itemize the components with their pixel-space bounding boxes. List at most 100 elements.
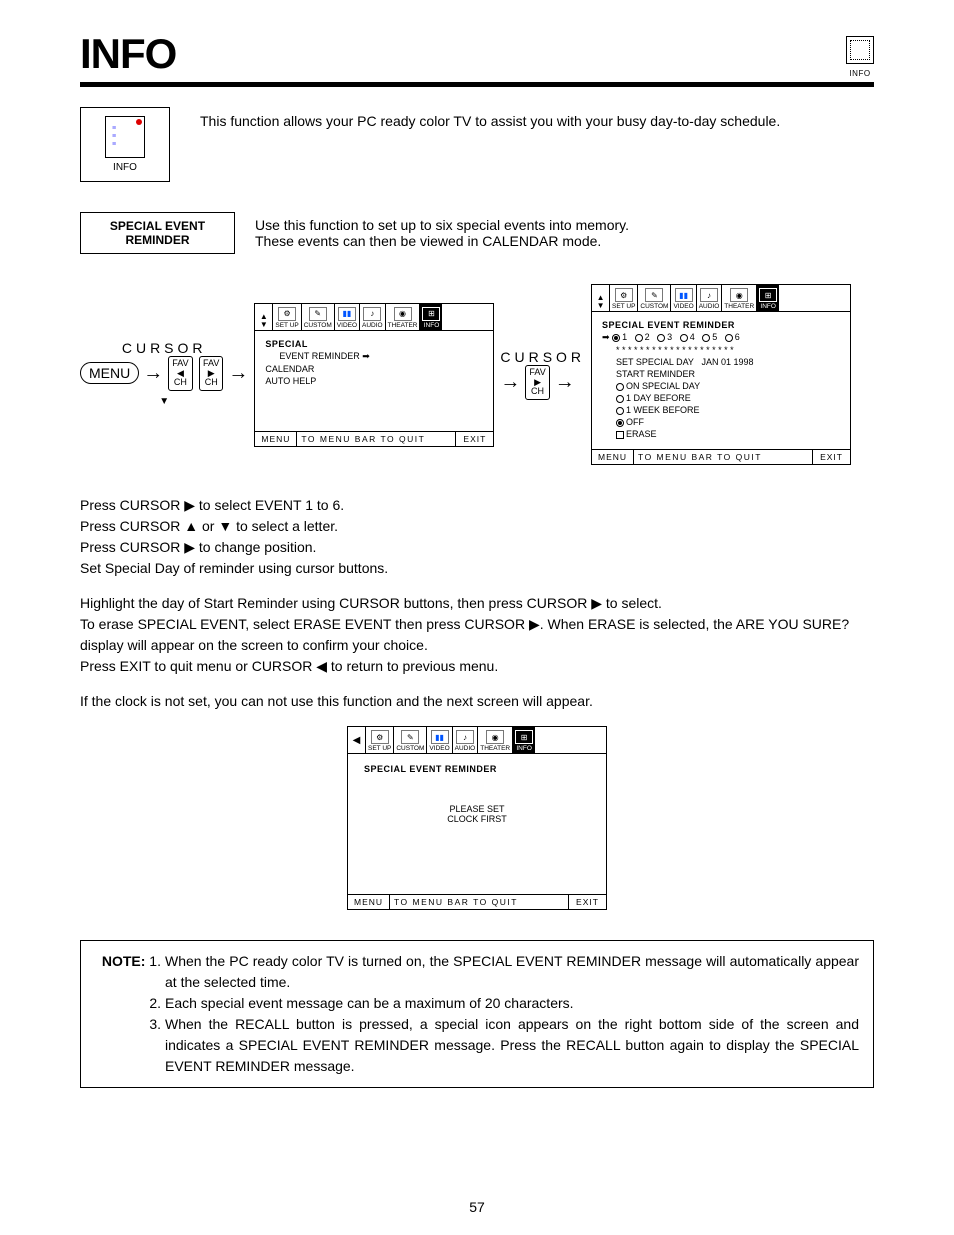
- clock-msg-2: CLOCK FIRST: [358, 814, 596, 824]
- cursor-label-2: CURSOR: [500, 349, 585, 365]
- event-radio-5: [702, 334, 710, 342]
- info-icon-label: INFO: [846, 69, 874, 78]
- opt-1-day-before: 1 DAY BEFORE: [602, 393, 840, 403]
- fav-right-button: FAV▶CH: [199, 356, 223, 392]
- instr-2-2: To erase SPECIAL EVENT, select ERASE EVE…: [80, 614, 874, 656]
- opt-erase: ERASE: [602, 429, 840, 439]
- foot-menu: MENU: [592, 450, 634, 464]
- screen1-item-calendar: CALENDAR: [265, 364, 483, 374]
- page-number: 57: [0, 1199, 954, 1215]
- note-label: NOTE:: [102, 953, 146, 969]
- menubar-arrows: ▲▼: [592, 285, 610, 311]
- foot-exit: EXIT: [455, 432, 493, 446]
- arrow-right-icon: →: [228, 362, 248, 385]
- note-box: NOTE: 1. When the PC ready color TV is t…: [80, 940, 874, 1088]
- foot-menu: MENU: [348, 895, 390, 909]
- menubar-tab-setup: ⚙SET UP: [273, 304, 301, 330]
- instructions-block-3: If the clock is not set, you can not use…: [80, 691, 874, 712]
- menubar-tab-info: ⊞INFO: [757, 285, 779, 311]
- menubar-tab-custom: ✎CUSTOM: [302, 304, 335, 330]
- menubar-tab-theater: ◉THEATER: [478, 727, 513, 753]
- page-header: INFO INFO: [80, 30, 874, 78]
- instr-2-1: Highlight the day of Start Reminder usin…: [80, 593, 874, 614]
- event-text-placeholder: * * * * * * * * * * * * * * * * * * * *: [602, 345, 840, 355]
- opt-off: OFF: [602, 417, 840, 427]
- clock-screen-footer: MENU TO MENU BAR TO QUIT EXIT: [348, 894, 606, 909]
- opt-1-week-before: 1 WEEK BEFORE: [602, 405, 840, 415]
- menubar-tab-setup: ⚙SET UP: [610, 285, 638, 311]
- clock-not-set-screen: ◀ ⚙SET UP ✎CUSTOM ▮▮VIDEO ♪AUDIO ◉THEATE…: [347, 726, 607, 910]
- instructions-block-1: Press CURSOR ▶ to select EVENT 1 to 6. P…: [80, 495, 874, 579]
- note-1: NOTE: 1. When the PC ready color TV is t…: [95, 951, 859, 993]
- screen1-title: SPECIAL: [265, 339, 483, 349]
- menubar-tab-video: ▮▮VIDEO: [671, 285, 696, 311]
- menu-button: MENU: [80, 362, 139, 384]
- instr-1-4: Set Special Day of reminder using cursor…: [80, 558, 874, 579]
- note-3-text: When the RECALL button is pressed, a spe…: [165, 1014, 859, 1077]
- ser-text-line1: Use this function to set up to six speci…: [255, 217, 629, 233]
- screen1-body: SPECIAL EVENT REMINDER ➡ CALENDAR AUTO H…: [255, 331, 493, 431]
- info-icon: [846, 36, 874, 64]
- page-title: INFO: [80, 30, 176, 78]
- menubar-tab-custom: ✎CUSTOM: [394, 727, 427, 753]
- menubar-tab-custom: ✎CUSTOM: [638, 285, 671, 311]
- foot-exit: EXIT: [568, 895, 606, 909]
- menubar-2: ▲▼ ⚙SET UP ✎CUSTOM ▮▮VIDEO ♪AUDIO ◉THEAT…: [592, 285, 850, 312]
- event-radio-3: [657, 334, 665, 342]
- clock-not-set-screen-wrap: ◀ ⚙SET UP ✎CUSTOM ▮▮VIDEO ♪AUDIO ◉THEATE…: [80, 726, 874, 910]
- foot-center: TO MENU BAR TO QUIT: [634, 450, 812, 464]
- ser-description: Use this function to set up to six speci…: [255, 217, 629, 249]
- instr-1-3: Press CURSOR ▶ to change position.: [80, 537, 874, 558]
- menubar-3: ◀ ⚙SET UP ✎CUSTOM ▮▮VIDEO ♪AUDIO ◉THEATE…: [348, 727, 606, 754]
- ser-box-line1: SPECIAL EVENT: [91, 219, 224, 233]
- ser-box-line2: REMINDER: [91, 233, 224, 247]
- screen2-footer: MENU TO MENU BAR TO QUIT EXIT: [592, 449, 850, 464]
- reminder-icon: [105, 116, 145, 158]
- instr-2-3: Press EXIT to quit menu or CURSOR ◀ to r…: [80, 656, 874, 677]
- menu-screen-1: ▲▼ ⚙SET UP ✎CUSTOM ▮▮VIDEO ♪AUDIO ◉THEAT…: [254, 303, 494, 447]
- note-1-text: When the PC ready color TV is turned on,…: [165, 951, 859, 993]
- event-selector-row: ➡ 1 2 3 4 5 6: [602, 332, 840, 343]
- menubar-tab-info: ⊞INFO: [420, 304, 442, 330]
- info-badge: INFO: [80, 107, 170, 182]
- navigation-diagram: CURSOR MENU → FAV◀CH FAV▶CH → ▼ ▲▼ ⚙SET …: [80, 284, 874, 465]
- foot-menu: MENU: [255, 432, 297, 446]
- event-radio-2: [635, 334, 643, 342]
- menubar-arrows: ▲▼: [255, 304, 273, 330]
- arrow-right-icon: →: [500, 371, 520, 394]
- instructions-block-2: Highlight the day of Start Reminder usin…: [80, 593, 874, 677]
- arrow-right-icon: →: [143, 362, 163, 385]
- event-radio-6: [725, 334, 733, 342]
- special-event-reminder-box: SPECIAL EVENT REMINDER: [80, 212, 235, 254]
- intro-row: INFO This function allows your PC ready …: [80, 107, 874, 182]
- clock-screen-body: SPECIAL EVENT REMINDER PLEASE SET CLOCK …: [348, 754, 606, 894]
- set-special-day-row: SET SPECIAL DAY JAN 01 1998: [602, 357, 840, 367]
- down-indicator: ▼: [159, 396, 169, 407]
- clock-msg-1: PLEASE SET: [358, 804, 596, 814]
- special-event-reminder-row: SPECIAL EVENT REMINDER Use this function…: [80, 212, 874, 254]
- screen2-title: SPECIAL EVENT REMINDER: [602, 320, 840, 330]
- foot-center: TO MENU BAR TO QUIT: [390, 895, 568, 909]
- screen1-footer: MENU TO MENU BAR TO QUIT EXIT: [255, 431, 493, 446]
- instr-1-1: Press CURSOR ▶ to select EVENT 1 to 6.: [80, 495, 874, 516]
- menubar-tab-theater: ◉THEATER: [386, 304, 421, 330]
- clock-screen-title: SPECIAL EVENT REMINDER: [358, 764, 596, 774]
- info-badge-label: INFO: [89, 162, 161, 173]
- intro-text: This function allows your PC ready color…: [200, 107, 780, 129]
- event-radio-4: [680, 334, 688, 342]
- menubar-1: ▲▼ ⚙SET UP ✎CUSTOM ▮▮VIDEO ♪AUDIO ◉THEAT…: [255, 304, 493, 331]
- fav-right-button-2: FAV▶CH: [525, 365, 549, 401]
- screen1-item-autohelp: AUTO HELP: [265, 376, 483, 386]
- instr-3-1: If the clock is not set, you can not use…: [80, 691, 874, 712]
- info-corner-badge: INFO: [846, 36, 874, 78]
- foot-exit: EXIT: [812, 450, 850, 464]
- header-divider: [80, 82, 874, 87]
- cursor-label-1: CURSOR: [80, 340, 248, 356]
- screen2-body: SPECIAL EVENT REMINDER ➡ 1 2 3 4 5 6 * *…: [592, 312, 850, 449]
- ser-text-line2: These events can then be viewed in CALEN…: [255, 233, 629, 249]
- menubar-tab-video: ▮▮VIDEO: [427, 727, 452, 753]
- menubar-tab-theater: ◉THEATER: [722, 285, 757, 311]
- menu-screen-2: ▲▼ ⚙SET UP ✎CUSTOM ▮▮VIDEO ♪AUDIO ◉THEAT…: [591, 284, 851, 465]
- menu-start: CURSOR MENU → FAV◀CH FAV▶CH → ▼: [80, 340, 248, 410]
- note-3: 3. When the RECALL button is pressed, a …: [95, 1014, 859, 1077]
